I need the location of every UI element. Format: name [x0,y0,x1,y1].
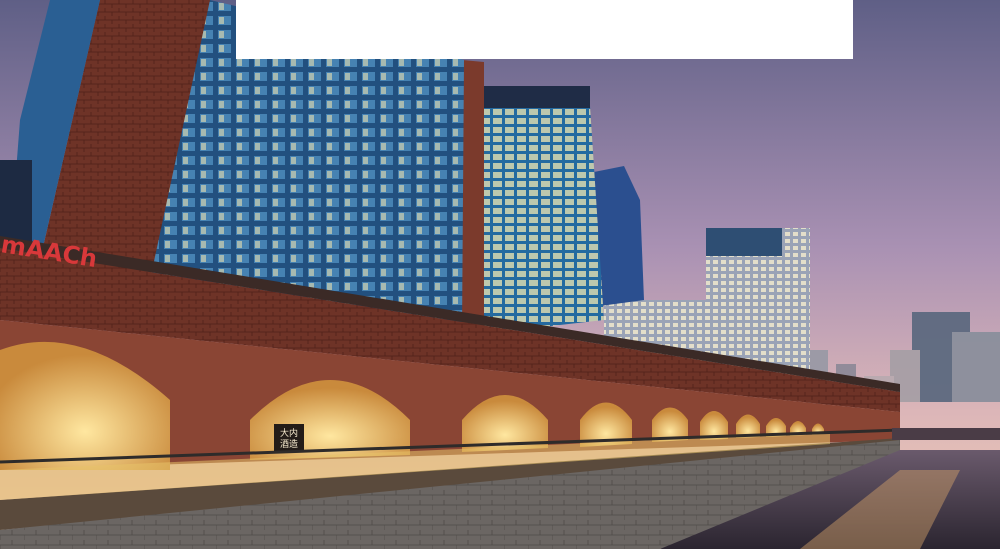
bridge [892,428,1000,440]
blank-banner [236,0,853,59]
photo-scene: mAACh 大内 酒造 [0,0,1000,549]
shop-sign-line1: 大内 [280,427,298,439]
shop-sign-line2: 酒造 [280,438,298,450]
glass-tower-mid [480,86,604,334]
